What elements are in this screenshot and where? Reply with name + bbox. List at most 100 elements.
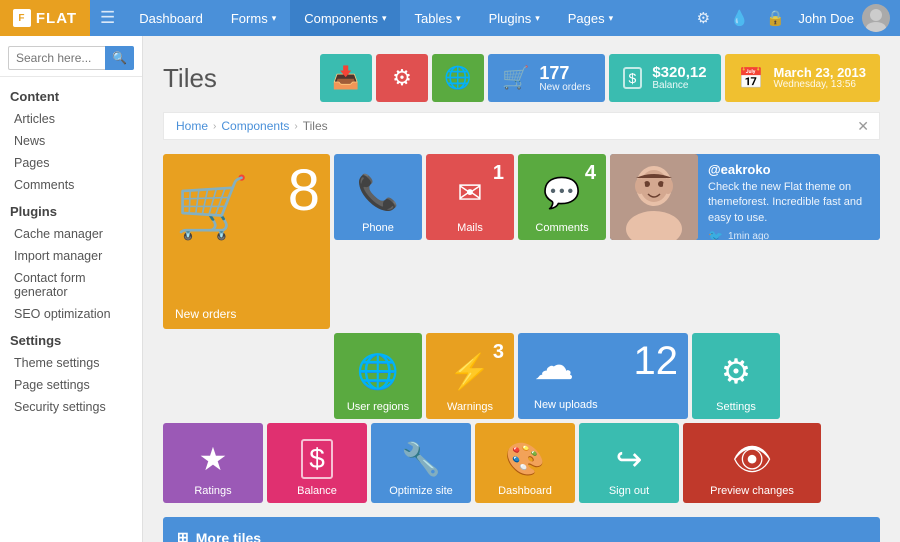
tile-ratings[interactable]: ★ Ratings <box>163 423 263 503</box>
sidebar-item-articles[interactable]: Articles <box>0 108 142 130</box>
chevron-down-icon: ▾ <box>609 13 614 24</box>
settings-icon2: ⚙ <box>721 352 751 392</box>
tile-optimize[interactable]: 🔧 Optimize site <box>371 423 471 503</box>
tile-phone[interactable]: 📞 Phone <box>334 154 422 240</box>
wrench-icon: 🔧 <box>401 440 441 478</box>
cart-big-icon: 🛒 <box>175 172 250 243</box>
hamburger-icon[interactable]: ☰ <box>90 8 125 28</box>
sidebar-item-seo[interactable]: SEO optimization <box>0 303 142 325</box>
header-tile-date[interactable]: 📅 March 23, 2013 Wednesday, 13:56 <box>725 54 880 102</box>
tile-dashboard-label: Dashboard <box>475 485 575 497</box>
orders-big-number: 8 <box>288 162 320 220</box>
nav-forms[interactable]: Forms▾ <box>217 0 290 36</box>
search-button[interactable]: 🔍 <box>105 46 134 70</box>
user-name: John Doe <box>798 11 854 26</box>
sidebar-item-news[interactable]: News <box>0 130 142 152</box>
comment-icon: 💬 <box>543 176 580 211</box>
tile-optimize-label: Optimize site <box>371 485 471 497</box>
dollar-icon: $ <box>623 67 643 89</box>
breadcrumb-sep2: › <box>294 121 297 132</box>
nav-plugins[interactable]: Plugins▾ <box>475 0 554 36</box>
search-input[interactable] <box>8 46 105 70</box>
sidebar-item-page-settings[interactable]: Page settings <box>0 374 142 396</box>
sidebar-item-theme-settings[interactable]: Theme settings <box>0 352 142 374</box>
tile-dashboard[interactable]: 🎨 Dashboard <box>475 423 575 503</box>
user-menu[interactable]: John Doe <box>798 4 890 32</box>
tile-warnings[interactable]: ⚡ 3 Warnings <box>426 333 514 419</box>
breadcrumb-current: Tiles <box>303 119 328 133</box>
sidebar-item-contact-form[interactable]: Contact form generator <box>0 267 142 303</box>
cart-icon: 🛒 <box>502 65 529 91</box>
eye-icon: 👁 <box>732 440 773 478</box>
tile-twitter[interactable]: @eakroko Check the new Flat theme on the… <box>610 154 880 240</box>
sidebar-item-cache-manager[interactable]: Cache manager <box>0 223 142 245</box>
header-tile-balance[interactable]: $ $320,12 Balance <box>609 54 721 102</box>
sidebar-item-pages[interactable]: Pages <box>0 152 142 174</box>
nav-pages[interactable]: Pages▾ <box>554 0 627 36</box>
more-tiles-section: ⊞ More tiles 📥 ⚙ 🌐 🛒 <box>163 517 880 542</box>
app-logo[interactable]: F FLAT <box>0 0 90 36</box>
settings-icon[interactable]: ⚙ <box>690 5 716 31</box>
tile-user-regions-label: User regions <box>334 401 422 413</box>
header-tile-gear[interactable]: ⚙ <box>376 54 428 102</box>
tile-comments[interactable]: 💬 4 Comments <box>518 154 606 240</box>
tile-preview[interactable]: 👁 Preview changes <box>683 423 821 503</box>
calendar-icon: 📅 <box>739 66 764 91</box>
star-icon: ★ <box>199 440 228 478</box>
tile-phone-label: Phone <box>334 222 422 234</box>
tile-signout[interactable]: ↪ Sign out <box>579 423 679 503</box>
header-tiles: 📥 ⚙ 🌐 🛒 177 New orders <box>320 54 880 102</box>
tile-mails[interactable]: ✉ 1 Mails <box>426 154 514 240</box>
upload-icon: ☁ <box>534 343 574 389</box>
main-nav: Dashboard Forms▾ Components▾ Tables▾ Plu… <box>125 0 627 36</box>
sidebar: 🔍 Content Articles News Pages Comments P… <box>0 36 143 542</box>
tiles-row2: 🌐 User regions ⚡ 3 Warnings ☁ 12 New upl… <box>163 333 880 419</box>
more-tiles-title: More tiles <box>196 530 261 542</box>
header-tile-globe[interactable]: 🌐 <box>432 54 484 102</box>
lock-icon[interactable]: 🔒 <box>762 5 788 31</box>
layout: 🔍 Content Articles News Pages Comments P… <box>0 36 900 542</box>
breadcrumb-sep1: › <box>213 121 216 132</box>
balance-amount: $320,12 <box>652 65 706 80</box>
chevron-down-icon: ▾ <box>382 13 387 24</box>
header-tile-inbox[interactable]: 📥 <box>320 54 372 102</box>
nav-dashboard[interactable]: Dashboard <box>125 0 217 36</box>
search-row: 🔍 <box>0 40 142 77</box>
main-content: Tiles 📥 ⚙ 🌐 🛒 177 <box>143 36 900 542</box>
orders-number: 177 <box>539 64 569 82</box>
tile-mails-label: Mails <box>426 222 514 234</box>
tile-user-regions[interactable]: 🌐 User regions <box>334 333 422 419</box>
tile-comments-label: Comments <box>518 222 606 234</box>
tweet-text: Check the new Flat theme on themeforest.… <box>708 180 870 226</box>
nav-components[interactable]: Components▾ <box>290 0 400 36</box>
tile-new-orders[interactable]: 🛒 8 New orders <box>163 154 330 329</box>
nav-tables[interactable]: Tables▾ <box>400 0 474 36</box>
sidebar-item-comments[interactable]: Comments <box>0 174 142 196</box>
sidebar-item-import-manager[interactable]: Import manager <box>0 245 142 267</box>
topnav-right: ⚙ 💧 🔒 John Doe <box>690 4 900 32</box>
orders-label: New orders <box>539 82 590 93</box>
page-title: Tiles <box>163 63 320 94</box>
droplet-icon[interactable]: 💧 <box>726 5 752 31</box>
sidebar-item-security-settings[interactable]: Security settings <box>0 396 142 418</box>
tile-settings[interactable]: ⚙ Settings <box>692 333 780 419</box>
avatar <box>862 4 890 32</box>
signout-icon: ↪ <box>616 440 643 478</box>
tile-balance[interactable]: $ Balance <box>267 423 367 503</box>
close-icon[interactable]: ✕ <box>857 118 869 135</box>
chevron-down-icon: ▾ <box>272 13 277 24</box>
twitter-bird-icon: 🐦 <box>708 229 723 240</box>
tile-balance-label: Balance <box>267 485 367 497</box>
breadcrumb-home[interactable]: Home <box>176 119 208 133</box>
bolt-icon: ⚡ <box>449 352 491 392</box>
tile-new-uploads[interactable]: ☁ 12 New uploads <box>518 333 688 419</box>
header-tile-orders[interactable]: 🛒 177 New orders <box>488 54 605 102</box>
page-header: Tiles 📥 ⚙ 🌐 🛒 177 <box>163 54 880 102</box>
breadcrumb-components[interactable]: Components <box>221 119 289 133</box>
row2-spacer <box>163 333 330 419</box>
palette-icon: 🎨 <box>505 440 545 478</box>
chevron-down-icon: ▾ <box>535 13 540 24</box>
plugins-section-title: Plugins <box>0 196 142 223</box>
warnings-number: 3 <box>493 341 504 364</box>
tiles-row1: 🛒 8 New orders 📞 Phone ✉ 1 Mails 💬 4 Com… <box>163 154 880 329</box>
